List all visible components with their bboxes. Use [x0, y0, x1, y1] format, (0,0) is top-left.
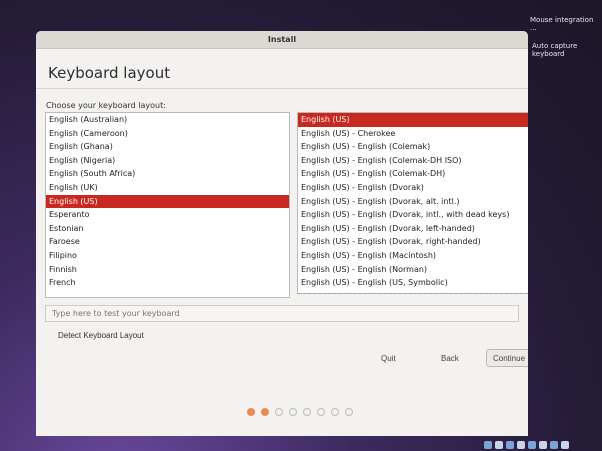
window-titlebar[interactable]: Install — [36, 31, 528, 49]
progress-dot — [331, 408, 339, 416]
progress-dot — [317, 408, 325, 416]
list-item[interactable]: English (South Africa) — [46, 167, 289, 181]
list-item[interactable]: English (UK) — [46, 181, 289, 195]
continue-button[interactable]: Continue — [486, 349, 528, 367]
list-item[interactable]: English (US) - English (Macintosh) — [298, 249, 528, 263]
list-item[interactable]: Finnish — [46, 263, 289, 277]
list-item[interactable]: Esperanto — [46, 208, 289, 222]
list-item[interactable]: English (US) - English (Colemak-DH ISO) — [298, 154, 528, 168]
list-item[interactable]: Estonian — [46, 222, 289, 236]
progress-dot — [247, 408, 255, 416]
list-overflow-hint — [298, 287, 528, 294]
list-item[interactable]: English (US) — [46, 194, 289, 209]
page-title: Keyboard layout — [48, 64, 171, 82]
progress-dot — [345, 408, 353, 416]
list-item[interactable]: Faroese — [46, 235, 289, 249]
keyboard-test-input[interactable] — [45, 305, 519, 322]
detect-keyboard-layout-button[interactable]: Detect Keyboard Layout — [50, 329, 152, 342]
list-item[interactable]: English (Australian) — [46, 113, 289, 127]
layout-prompt: Choose your keyboard layout: — [46, 101, 166, 110]
list-item[interactable]: French — [46, 276, 289, 290]
system-tray — [484, 438, 602, 451]
shared-folder-icon[interactable] — [495, 440, 503, 449]
notification-auto-capture-keyboard: Auto capture keyboard — [532, 42, 578, 58]
list-item[interactable]: English (US) - English (Dvorak, alt. int… — [298, 195, 528, 209]
progress-dot — [275, 408, 283, 416]
list-item[interactable]: English (Cameroon) — [46, 127, 289, 141]
divider — [36, 88, 528, 89]
list-item[interactable]: English (US) - English (Colemak-DH) — [298, 167, 528, 181]
audio-icon[interactable] — [528, 440, 536, 449]
list-item[interactable]: English (US) - English (Dvorak, right-ha… — [298, 235, 528, 249]
list-item[interactable]: English (US) - Cherokee — [298, 127, 528, 141]
list-item[interactable]: English (US) - English (Dvorak, intl., w… — [298, 208, 528, 222]
installer-window: Install Keyboard layout Choose your keyb… — [36, 31, 528, 436]
recording-icon[interactable] — [539, 440, 547, 449]
notification-mouse-integration: Mouse integration ... — [530, 16, 594, 32]
progress-dot — [289, 408, 297, 416]
window-title: Install — [267, 35, 297, 44]
keyboard-layout-list[interactable]: English (Australian) English (Cameroon) En… — [45, 112, 290, 298]
list-item[interactable]: Filipino — [46, 249, 289, 263]
list-item[interactable]: English (US) — [298, 113, 528, 127]
back-button[interactable]: Back — [434, 349, 466, 367]
list-item[interactable]: English (US) - English (Dvorak) — [298, 181, 528, 195]
progress-dot — [303, 408, 311, 416]
mouse-icon[interactable] — [550, 440, 558, 449]
quit-button[interactable]: Quit — [374, 349, 403, 367]
list-item[interactable]: English (US) - English (Colemak) — [298, 140, 528, 154]
usb-icon[interactable] — [517, 440, 525, 449]
list-item[interactable]: English (Nigeria) — [46, 154, 289, 168]
list-item[interactable]: English (US) - English (Norman) — [298, 263, 528, 277]
progress-dot — [261, 408, 269, 416]
progress-dots — [247, 408, 353, 416]
list-item[interactable]: English (Ghana) — [46, 140, 289, 154]
keyboard-icon[interactable] — [561, 440, 569, 449]
display-icon[interactable] — [506, 440, 514, 449]
network-icon[interactable] — [484, 440, 492, 449]
keyboard-variant-list[interactable]: English (US) English (US) - Cherokee Engli… — [297, 112, 528, 294]
list-item[interactable]: English (US) - English (Dvorak, left-han… — [298, 222, 528, 236]
